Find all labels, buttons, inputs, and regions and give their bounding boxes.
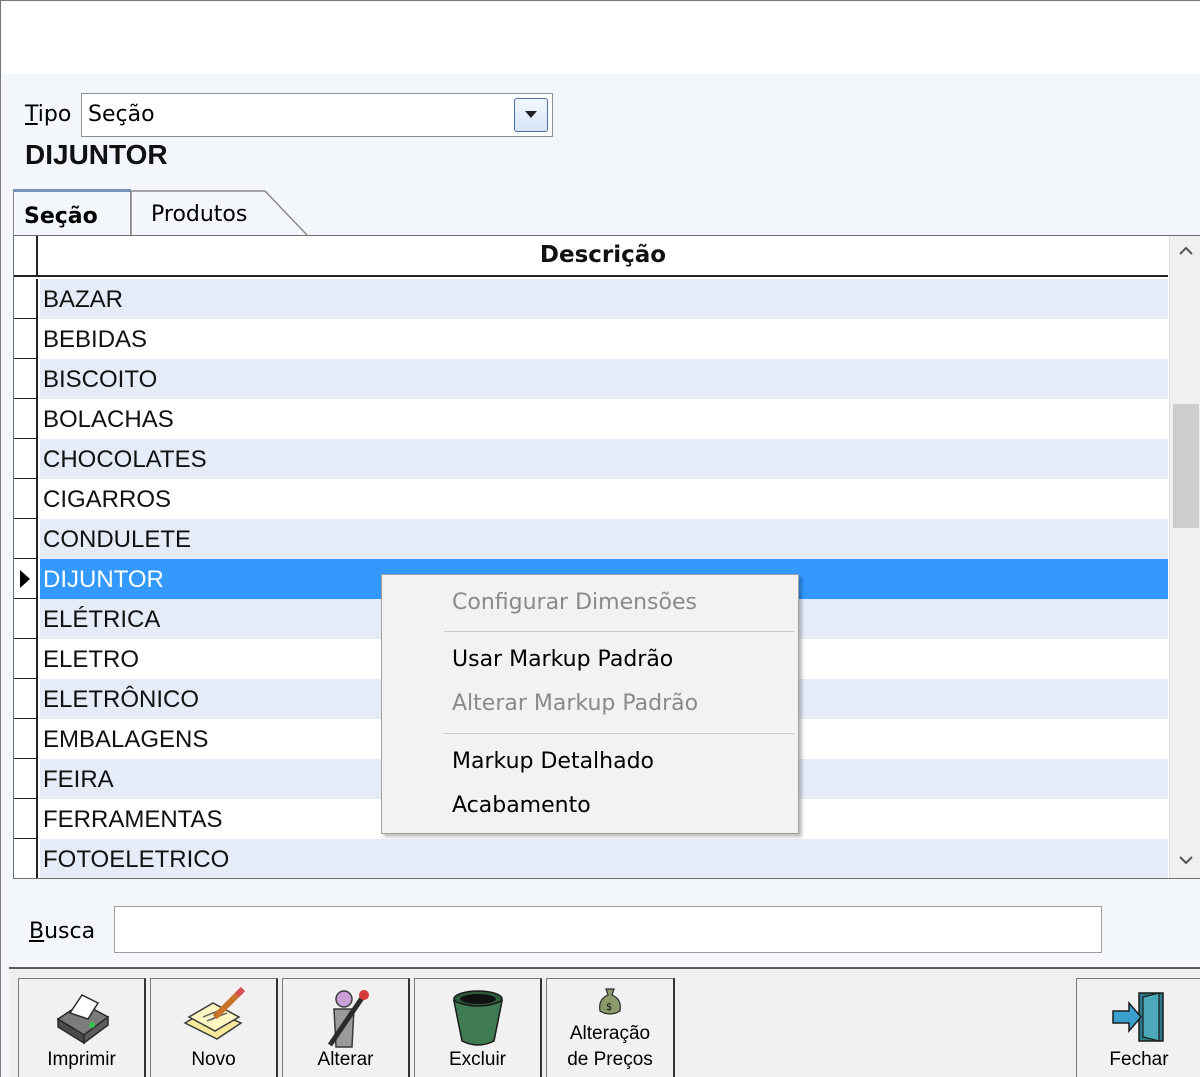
row-indicator[interactable] bbox=[14, 599, 38, 639]
menu-separator bbox=[444, 631, 794, 632]
grid-header: Descrição bbox=[14, 236, 1168, 277]
new-document-icon bbox=[182, 987, 245, 1040]
printer-icon bbox=[56, 994, 109, 1045]
search-input[interactable] bbox=[114, 906, 1102, 953]
menu-item-acabamento[interactable]: Acabamento bbox=[452, 793, 591, 818]
table-cell-descricao[interactable]: BISCOITO bbox=[40, 359, 1168, 399]
table-row[interactable]: BEBIDAS bbox=[14, 319, 1168, 359]
tipo-dropdown[interactable]: Seção bbox=[81, 93, 553, 137]
table-row[interactable]: CHOCOLATES bbox=[14, 439, 1168, 479]
trash-bin-icon bbox=[452, 990, 503, 1046]
row-indicator-header bbox=[14, 236, 38, 277]
fechar-button[interactable]: Fechar bbox=[1076, 978, 1200, 1077]
alterar-label: Alterar bbox=[317, 1049, 374, 1070]
row-indicator[interactable] bbox=[14, 279, 38, 319]
scroll-up-icon[interactable] bbox=[1179, 246, 1193, 255]
svg-text:$: $ bbox=[606, 1002, 612, 1013]
row-indicator[interactable] bbox=[14, 759, 38, 799]
table-row[interactable]: CIGARROS bbox=[14, 479, 1168, 519]
alterar-button[interactable]: Alterar bbox=[282, 978, 410, 1077]
column-header-descricao[interactable]: Descrição bbox=[38, 242, 1168, 268]
fechar-label: Fechar bbox=[1109, 1049, 1169, 1070]
row-indicator[interactable] bbox=[14, 479, 38, 519]
tab-secao[interactable]: Seção bbox=[13, 189, 131, 235]
row-indicator[interactable] bbox=[14, 799, 38, 839]
excluir-button[interactable]: Excluir bbox=[414, 978, 542, 1077]
row-indicator[interactable] bbox=[14, 319, 38, 359]
top-blank-area bbox=[2, 2, 1200, 74]
current-row-arrow-icon bbox=[20, 570, 30, 588]
table-cell-descricao[interactable]: BEBIDAS bbox=[40, 319, 1168, 359]
table-cell-descricao[interactable]: CONDULETE bbox=[40, 519, 1168, 559]
row-indicator[interactable] bbox=[14, 679, 38, 719]
tab-produtos-label: Produtos bbox=[151, 202, 248, 227]
tab-produtos[interactable]: Produtos bbox=[129, 189, 309, 235]
money-bag-icon: $ bbox=[599, 988, 621, 1015]
table-row[interactable]: BISCOITO bbox=[14, 359, 1168, 399]
row-indicator[interactable] bbox=[14, 719, 38, 759]
table-cell-descricao[interactable]: BAZAR bbox=[40, 279, 1168, 319]
scroll-down-icon[interactable] bbox=[1179, 856, 1193, 865]
row-indicator[interactable] bbox=[14, 639, 38, 679]
table-cell-descricao[interactable]: BOLACHAS bbox=[40, 399, 1168, 439]
row-indicator[interactable] bbox=[14, 559, 38, 599]
dropdown-arrow-button[interactable] bbox=[514, 98, 548, 132]
table-row[interactable]: CONDULETE bbox=[14, 519, 1168, 559]
scroll-thumb[interactable] bbox=[1173, 404, 1199, 528]
row-indicator[interactable] bbox=[14, 399, 38, 439]
alteracao-label: Alteração de Preços bbox=[567, 1023, 653, 1070]
chevron-down-icon bbox=[525, 111, 537, 118]
novo-button[interactable]: Novo bbox=[150, 978, 278, 1077]
busca-label: Busca bbox=[29, 919, 96, 944]
main-window: Tipo Seção DIJUNTOR Seção Produtos Descr… bbox=[0, 0, 1200, 1077]
edit-user-icon bbox=[327, 990, 369, 1048]
menu-item-usar-markup-padrao[interactable]: Usar Markup Padrão bbox=[452, 647, 673, 672]
excluir-label: Excluir bbox=[448, 1049, 506, 1070]
exit-door-icon bbox=[1112, 992, 1164, 1042]
alteracao-precos-button[interactable]: $ Alteração de Preços bbox=[546, 978, 675, 1077]
table-row[interactable]: FOTOELETRICO bbox=[14, 839, 1168, 878]
table-cell-descricao[interactable]: CIGARROS bbox=[40, 479, 1168, 519]
table-cell-descricao[interactable]: CHOCOLATES bbox=[40, 439, 1168, 479]
context-menu: Configurar Dimensões Usar Markup Padrão … bbox=[381, 574, 799, 834]
row-indicator[interactable] bbox=[14, 439, 38, 479]
tipo-label: Tipo bbox=[25, 102, 72, 127]
imprimir-label: Imprimir bbox=[47, 1049, 116, 1070]
row-indicator[interactable] bbox=[14, 519, 38, 559]
tipo-value: Seção bbox=[88, 102, 155, 127]
row-indicator[interactable] bbox=[14, 359, 38, 399]
imprimir-button[interactable]: Imprimir bbox=[18, 978, 146, 1077]
menu-item-markup-detalhado[interactable]: Markup Detalhado bbox=[452, 749, 654, 774]
menu-item-configurar-dimensoes: Configurar Dimensões bbox=[452, 590, 697, 615]
row-indicator[interactable] bbox=[14, 839, 38, 878]
novo-label: Novo bbox=[191, 1049, 236, 1070]
table-row[interactable]: BAZAR bbox=[14, 279, 1168, 319]
menu-separator bbox=[444, 733, 794, 734]
selected-section-title: DIJUNTOR bbox=[25, 139, 168, 170]
vertical-scrollbar[interactable] bbox=[1169, 236, 1200, 878]
tab-secao-label: Seção bbox=[24, 204, 98, 229]
table-row[interactable]: BOLACHAS bbox=[14, 399, 1168, 439]
menu-item-alterar-markup-padrao: Alterar Markup Padrão bbox=[452, 691, 699, 716]
table-cell-descricao[interactable]: FOTOELETRICO bbox=[40, 839, 1168, 878]
